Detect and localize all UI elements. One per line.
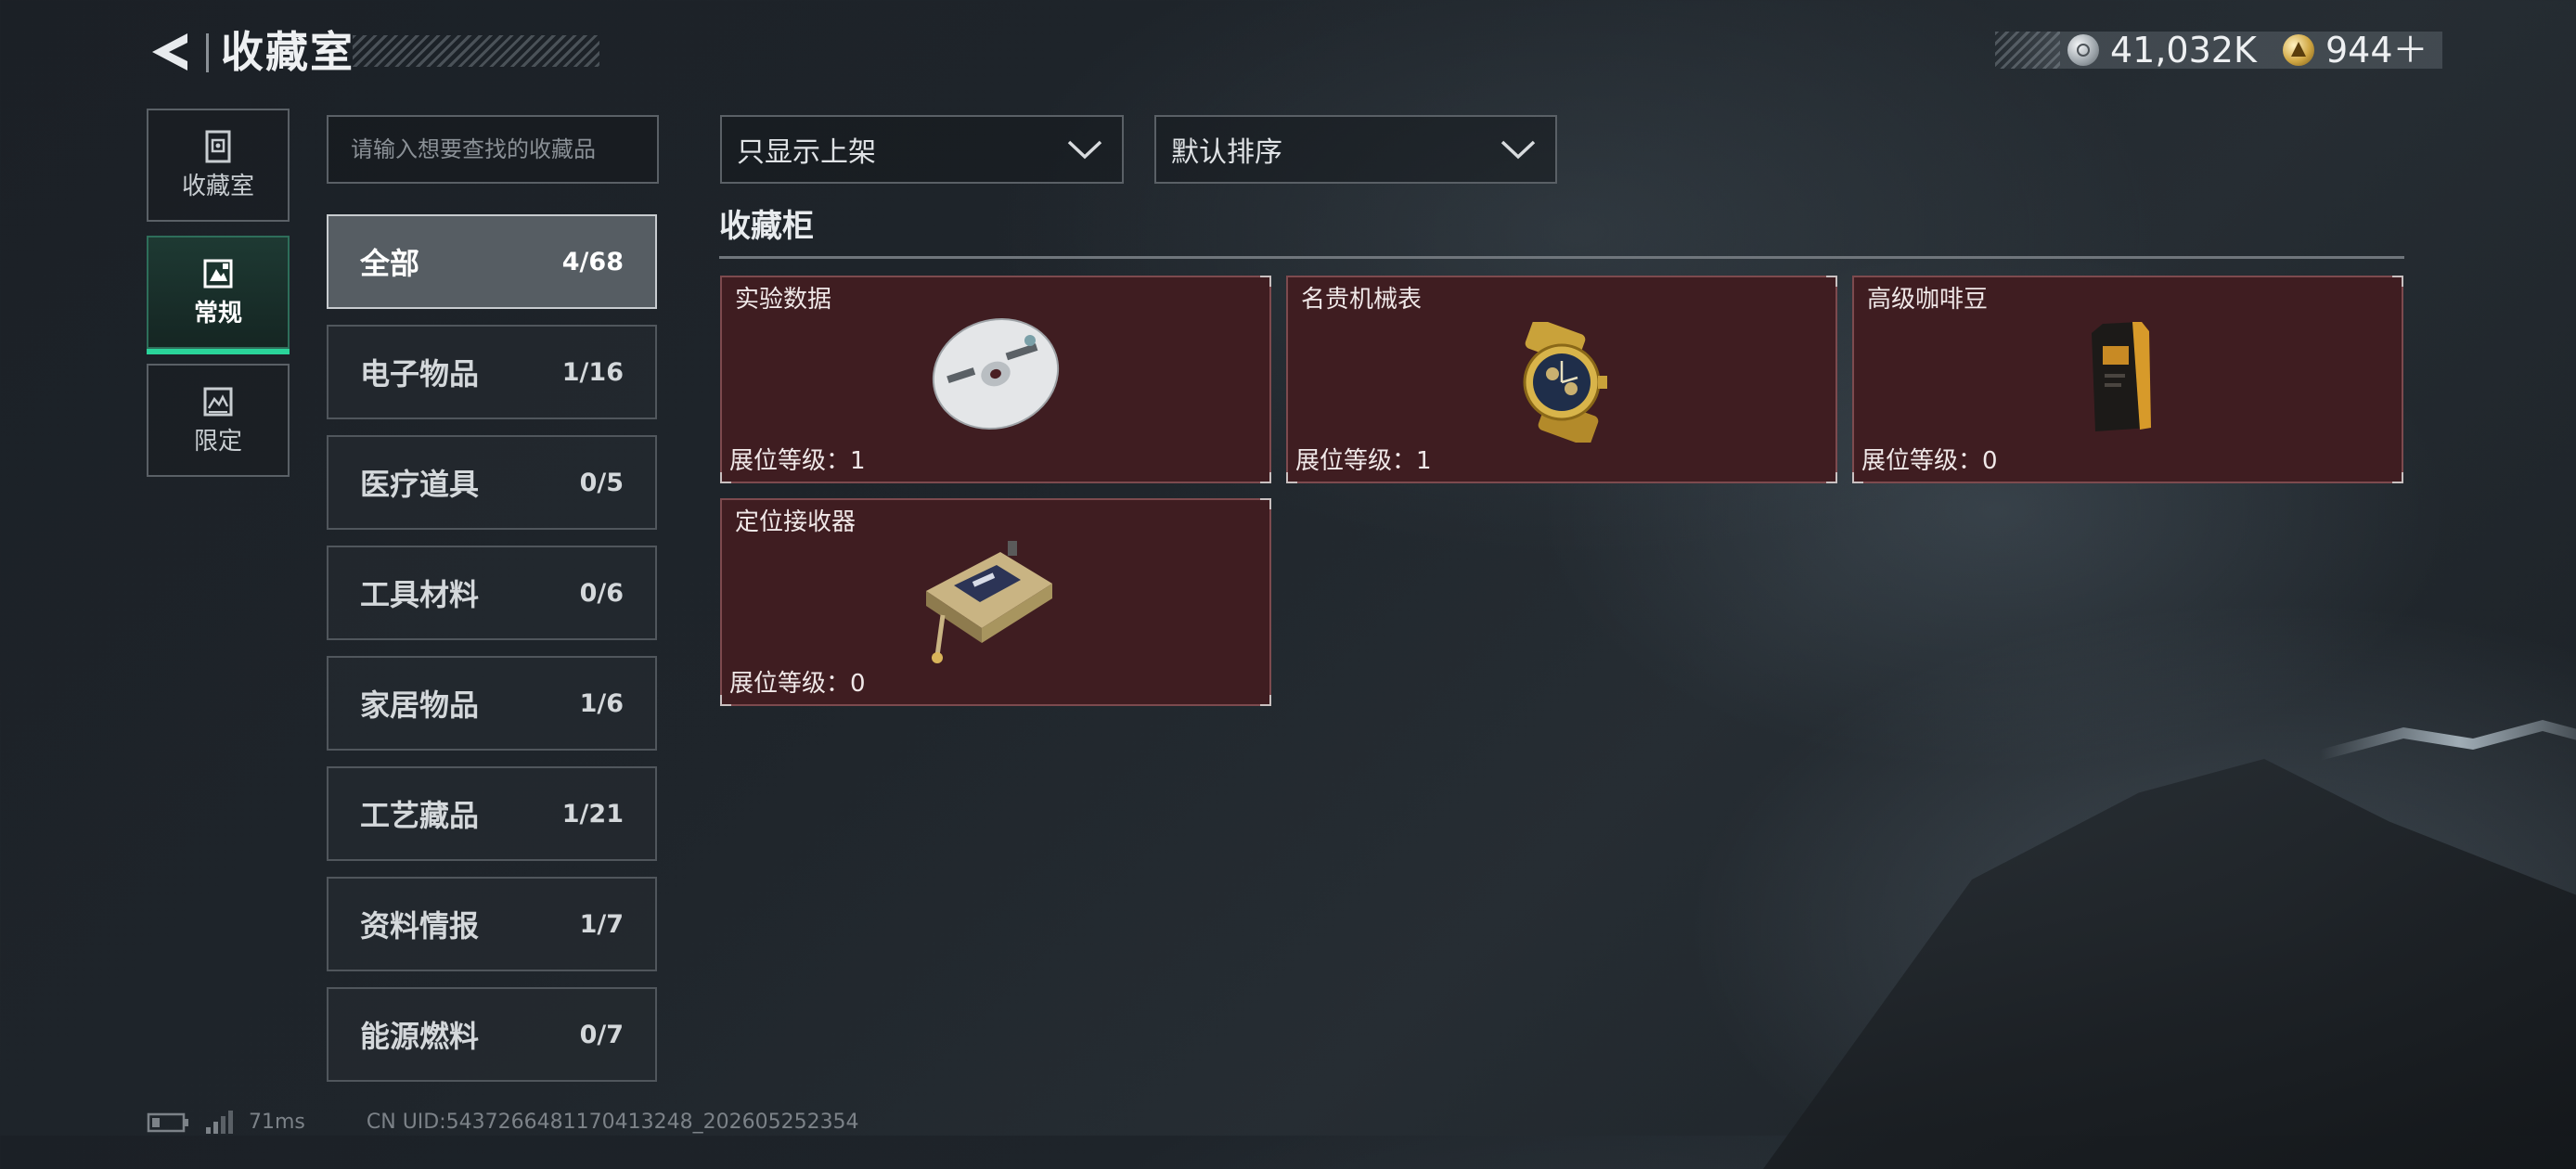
silver-coin-icon <box>2067 34 2099 66</box>
back-icon[interactable] <box>147 28 195 76</box>
limited-icon <box>203 387 233 417</box>
category-item-all[interactable]: 全部 4/68 <box>327 214 657 309</box>
category-count: 1/16 <box>561 357 624 387</box>
nav-tab-label: 收藏室 <box>181 173 254 200</box>
category-label: 家居物品 <box>360 687 480 723</box>
nav-tab-label: 常规 <box>193 300 242 328</box>
nav-tab-regular[interactable]: 常规 <box>147 236 290 354</box>
item-level: 展位等级：1 <box>729 447 866 475</box>
regular-icon <box>203 259 233 289</box>
currency-silver-value: 41,032K <box>2110 30 2257 71</box>
category-item-intel[interactable]: 资料情报 1/7 <box>327 877 657 971</box>
category-label: 全部 <box>360 246 420 281</box>
background-ridge <box>2320 720 2576 761</box>
category-item-medical[interactable]: 医疗道具 0/5 <box>327 435 657 530</box>
nav-tab-collection-room[interactable]: 收藏室 <box>147 109 290 222</box>
category-count: 4/68 <box>561 247 624 276</box>
currency-silver[interactable]: 41,032K <box>2067 28 2257 72</box>
coffee-bag-icon <box>2092 322 2151 431</box>
ping-value: 71ms <box>249 1111 305 1134</box>
wristwatch-icon <box>1523 322 1607 443</box>
title-decoration <box>353 35 599 67</box>
sort-label: 默认排序 <box>1171 136 1282 169</box>
gps-receiver-icon <box>926 541 1052 663</box>
category-item-household[interactable]: 家居物品 1/6 <box>327 656 657 751</box>
category-label: 电子物品 <box>360 356 480 392</box>
status-footer: 71ms CN UID:5437266481170413248_20260525… <box>147 1110 859 1136</box>
item-card-luxury-watch[interactable]: 名贵机械表 展位等级：1 <box>1286 276 1837 483</box>
collection-room-icon <box>205 130 231 163</box>
category-count: 0/7 <box>579 1020 624 1049</box>
item-name: 高级咖啡豆 <box>1867 286 1989 314</box>
show-filter-dropdown[interactable]: 只显示上架 <box>720 115 1124 184</box>
nav-tab-label: 限定 <box>193 428 242 456</box>
item-level: 展位等级：0 <box>729 670 866 698</box>
section-title: 收藏柜 <box>719 208 814 245</box>
page-title: 收藏室 <box>221 27 354 77</box>
item-card-premium-coffee[interactable]: 高级咖啡豆 展位等级：0 <box>1852 276 2403 483</box>
currency-gold[interactable]: 944＋ <box>2283 28 2428 72</box>
category-item-crafts[interactable]: 工艺藏品 1/21 <box>327 766 657 861</box>
item-level: 展位等级：0 <box>1861 447 1998 475</box>
chevron-down-icon <box>1067 140 1102 160</box>
show-filter-label: 只显示上架 <box>737 136 876 169</box>
header-divider <box>206 33 209 72</box>
category-count: 1/6 <box>579 688 624 718</box>
gold-coin-icon <box>2283 34 2314 66</box>
category-item-electronics[interactable]: 电子物品 1/16 <box>327 325 657 419</box>
category-item-tools[interactable]: 工具材料 0/6 <box>327 546 657 640</box>
item-name: 名贵机械表 <box>1301 286 1423 314</box>
category-label: 能源燃料 <box>360 1019 480 1054</box>
battery-icon <box>147 1112 188 1133</box>
category-item-energy[interactable]: 能源燃料 0/7 <box>327 987 657 1082</box>
item-card-experiment-data[interactable]: 实验数据 展位等级：1 <box>720 276 1271 483</box>
category-count: 0/5 <box>579 468 624 497</box>
background-mountain <box>1763 759 2576 1169</box>
chevron-down-icon <box>1501 140 1536 160</box>
nav-tab-limited[interactable]: 限定 <box>147 364 290 477</box>
disc-icon <box>932 317 1060 430</box>
uid-text: CN UID:5437266481170413248_202605252354 <box>366 1111 859 1134</box>
category-count: 1/21 <box>561 799 624 829</box>
item-card-gps-receiver[interactable]: 定位接收器 展位等级：0 <box>720 498 1271 706</box>
section-divider <box>719 256 2404 259</box>
category-count: 0/6 <box>579 578 624 608</box>
category-label: 医疗道具 <box>360 467 480 502</box>
sort-dropdown[interactable]: 默认排序 <box>1154 115 1557 184</box>
item-level: 展位等级：1 <box>1295 447 1432 475</box>
item-name: 定位接收器 <box>735 508 857 536</box>
item-name: 实验数据 <box>735 286 832 314</box>
category-count: 1/7 <box>579 909 624 939</box>
category-label: 工艺藏品 <box>360 798 480 833</box>
search-input[interactable] <box>327 115 659 184</box>
signal-icon <box>206 1111 233 1134</box>
category-label: 工具材料 <box>360 577 480 612</box>
category-label: 资料情报 <box>360 908 480 944</box>
currency-gold-value: 944＋ <box>2325 30 2428 71</box>
